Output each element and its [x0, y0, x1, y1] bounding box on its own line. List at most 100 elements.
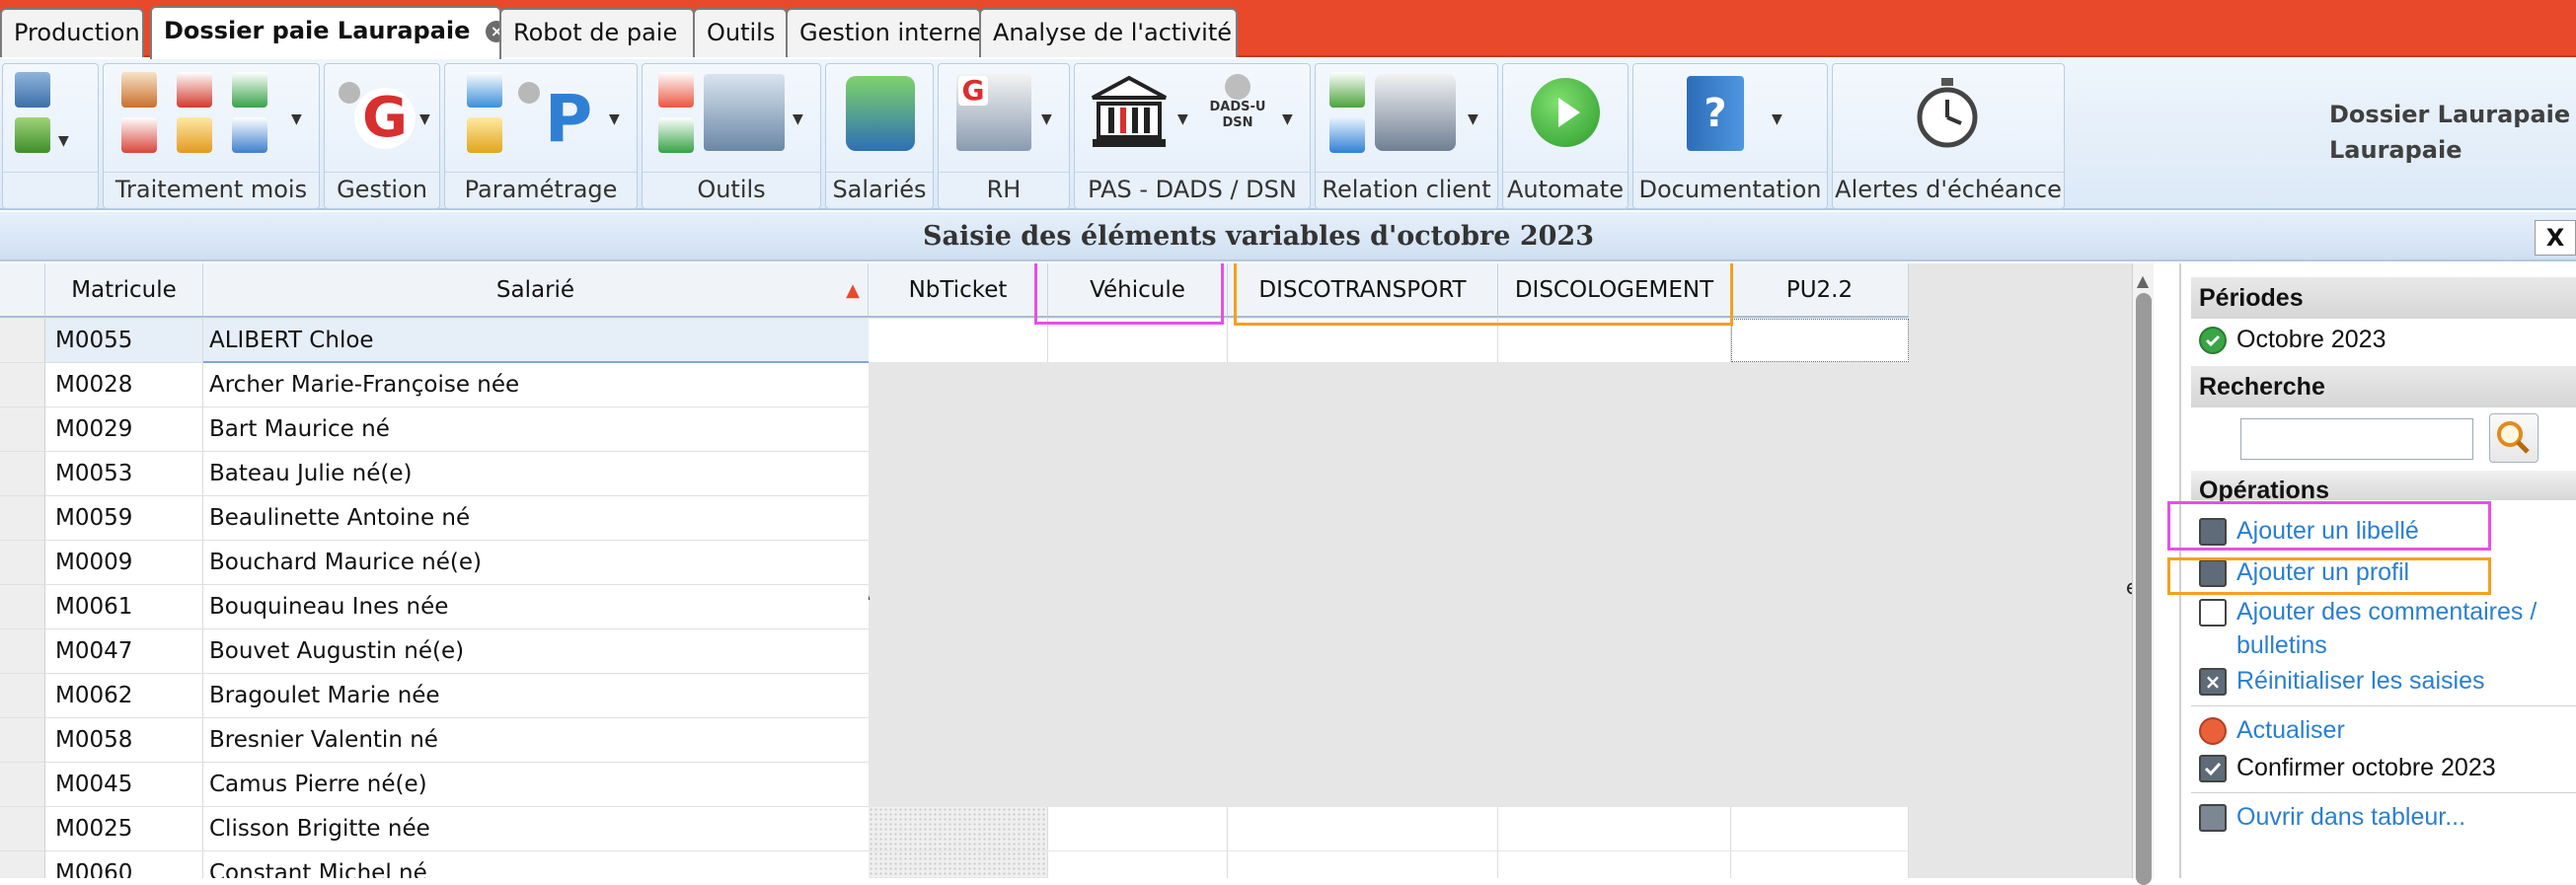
tools-icon[interactable]: [658, 72, 694, 108]
ajouter-commentaires-link[interactable]: Ajouter des commentaires /: [2236, 595, 2537, 628]
table-row[interactable]: M0061 Bouquineau Ines née: [0, 585, 869, 629]
row-selector[interactable]: [0, 585, 45, 629]
tab-analyse-activite[interactable]: Analyse de l'activité: [979, 8, 1238, 57]
row-selector[interactable]: [0, 319, 45, 363]
bank-icon[interactable]: [1089, 74, 1170, 151]
column-header-nbticket[interactable]: NbTicket: [869, 263, 1048, 318]
column-header-salarie[interactable]: Salarié ▲: [203, 263, 869, 318]
database-icon[interactable]: [15, 72, 50, 108]
calendar-close-icon[interactable]: [177, 72, 212, 108]
calendar-open-icon[interactable]: [232, 72, 267, 108]
phone-book-icon[interactable]: [1329, 72, 1365, 108]
tab-production[interactable]: Production: [0, 8, 144, 57]
row-selector[interactable]: [0, 496, 45, 541]
ouvrir-tableur-link[interactable]: Ouvrir dans tableur...: [2236, 800, 2465, 834]
table-row[interactable]: M0028 Archer Marie-Françoise née: [0, 363, 869, 407]
calendar-sync-icon[interactable]: [232, 117, 267, 153]
calendar-delete-icon[interactable]: [121, 117, 157, 153]
chevron-down-icon[interactable]: ▼: [58, 133, 69, 149]
cell-vehicule[interactable]: [1048, 807, 1228, 850]
table-row[interactable]: M0058 Bresnier Valentin né: [0, 718, 869, 763]
cell-discotransport[interactable]: [1228, 807, 1498, 850]
settings-list-icon[interactable]: [467, 72, 502, 108]
row-selector[interactable]: [0, 541, 45, 585]
table-row[interactable]: M0045 Camus Pierre né(e): [0, 763, 869, 807]
dossier-company: Laurapaie: [2329, 136, 2462, 164]
ribbon-group-automate[interactable]: Automate: [1502, 63, 1629, 209]
ribbon-group-gestion[interactable]: G ▼ Gestion: [324, 63, 440, 209]
close-form-button[interactable]: X: [2535, 220, 2576, 256]
cell-pu22-focused[interactable]: [1731, 319, 1909, 362]
vertical-scrollbar[interactable]: [2132, 263, 2154, 885]
actualiser-link[interactable]: Actualiser: [2236, 713, 2345, 747]
ajouter-commentaires-link-line2[interactable]: bulletins: [2236, 628, 2327, 662]
matricule-cell: M0025: [45, 807, 203, 851]
cell-nbticket[interactable]: [869, 319, 1048, 362]
chevron-down-icon[interactable]: ▼: [609, 111, 620, 127]
table-row[interactable]: M0025 Clisson Brigitte née: [0, 807, 869, 851]
chevron-down-icon[interactable]: ▼: [793, 111, 803, 127]
p-logo-icon[interactable]: P: [536, 86, 601, 153]
table-row[interactable]: M0009 Bouchard Maurice né(e): [0, 541, 869, 585]
search-button[interactable]: [2489, 413, 2538, 463]
row-selector[interactable]: [0, 629, 45, 674]
row-selector[interactable]: [0, 363, 45, 407]
chevron-down-icon[interactable]: ▼: [1772, 111, 1782, 127]
column-header-matricule[interactable]: Matricule: [45, 263, 203, 318]
calendar-edit-icon[interactable]: [177, 117, 212, 153]
table-row[interactable]: M0060 Constant Michel né: [0, 851, 869, 878]
table-row[interactable]: M0029 Bart Maurice né: [0, 407, 869, 452]
column-header-pu22[interactable]: PU2.2: [1731, 263, 1909, 318]
search-input[interactable]: [2240, 418, 2473, 460]
calendar-check-icon[interactable]: [658, 117, 694, 153]
percent-icon[interactable]: [467, 117, 502, 153]
folder-export-icon[interactable]: [15, 117, 50, 153]
chevron-down-icon[interactable]: ▼: [1468, 111, 1478, 127]
row-selector[interactable]: [0, 851, 45, 878]
chevron-down-icon[interactable]: ▼: [291, 111, 302, 127]
row-selector[interactable]: [0, 718, 45, 763]
cell-vehicule[interactable]: [1048, 851, 1228, 878]
cell-pu22[interactable]: [1731, 807, 1909, 850]
matricule-cell: M0047: [45, 629, 203, 674]
row-selector[interactable]: [0, 807, 45, 851]
table-row[interactable]: M0062 Bragoulet Marie née: [0, 674, 869, 718]
cell-pu22[interactable]: [1731, 851, 1909, 878]
table-row[interactable]: M0059 Beaulinette Antoine né: [0, 496, 869, 541]
reinitialiser-link[interactable]: Réinitialiser les saisies: [2236, 664, 2484, 698]
handshake-icon[interactable]: [1375, 74, 1456, 151]
tab-label: Analyse de l'activité: [993, 19, 1233, 46]
row-selector[interactable]: [0, 674, 45, 718]
tab-dossier-paie-laurapaie[interactable]: Dossier paie Laurapaie ×: [150, 6, 508, 59]
matricule-cell: M0059: [45, 496, 203, 541]
chevron-down-icon[interactable]: ▼: [1282, 111, 1293, 127]
cell-vehicule[interactable]: [1048, 319, 1228, 362]
chevron-down-icon[interactable]: ▼: [419, 111, 430, 127]
period-item[interactable]: Octobre 2023: [2236, 323, 2387, 356]
calendar-month-icon[interactable]: [121, 72, 157, 108]
ribbon-group-alertes-echeance[interactable]: Alertes d'échéance: [1832, 63, 2065, 209]
tab-outils[interactable]: Outils: [693, 8, 788, 57]
cell-discotransport[interactable]: [1228, 851, 1498, 878]
scrollbar-thumb[interactable]: [2136, 293, 2152, 885]
row-selector[interactable]: [0, 407, 45, 452]
tab-robot-de-paie[interactable]: Robot de paie: [499, 8, 695, 57]
row-selector[interactable]: [0, 452, 45, 496]
confirmer-link[interactable]: Confirmer octobre 2023: [2236, 751, 2496, 784]
scroll-up-arrow-icon[interactable]: ▲: [2134, 272, 2152, 290]
row-selector[interactable]: [0, 763, 45, 807]
table-row[interactable]: M0055 ALIBERT Chloe: [0, 319, 869, 363]
table-row[interactable]: M0053 Bateau Julie né(e): [0, 452, 869, 496]
p-small-icon[interactable]: [1329, 117, 1365, 153]
ribbon-group-documentation[interactable]: ? ▼ Documentation: [1632, 63, 1828, 209]
chevron-down-icon[interactable]: ▼: [1177, 111, 1188, 127]
tab-gestion-interne[interactable]: Gestion interne: [786, 8, 982, 57]
ribbon-group-salaries[interactable]: Salariés: [825, 63, 934, 209]
table-row[interactable]: M0047 Bouvet Augustin né(e): [0, 629, 869, 674]
building-icon[interactable]: [704, 74, 785, 151]
cell-discologement[interactable]: [1498, 807, 1731, 850]
cell-discologement[interactable]: [1498, 851, 1731, 878]
chevron-down-icon[interactable]: ▼: [1041, 111, 1052, 127]
dads-dsn-icon[interactable]: DADS-U DSN: [1203, 72, 1272, 151]
ribbon-group-rh[interactable]: G ▼ RH: [938, 63, 1070, 209]
